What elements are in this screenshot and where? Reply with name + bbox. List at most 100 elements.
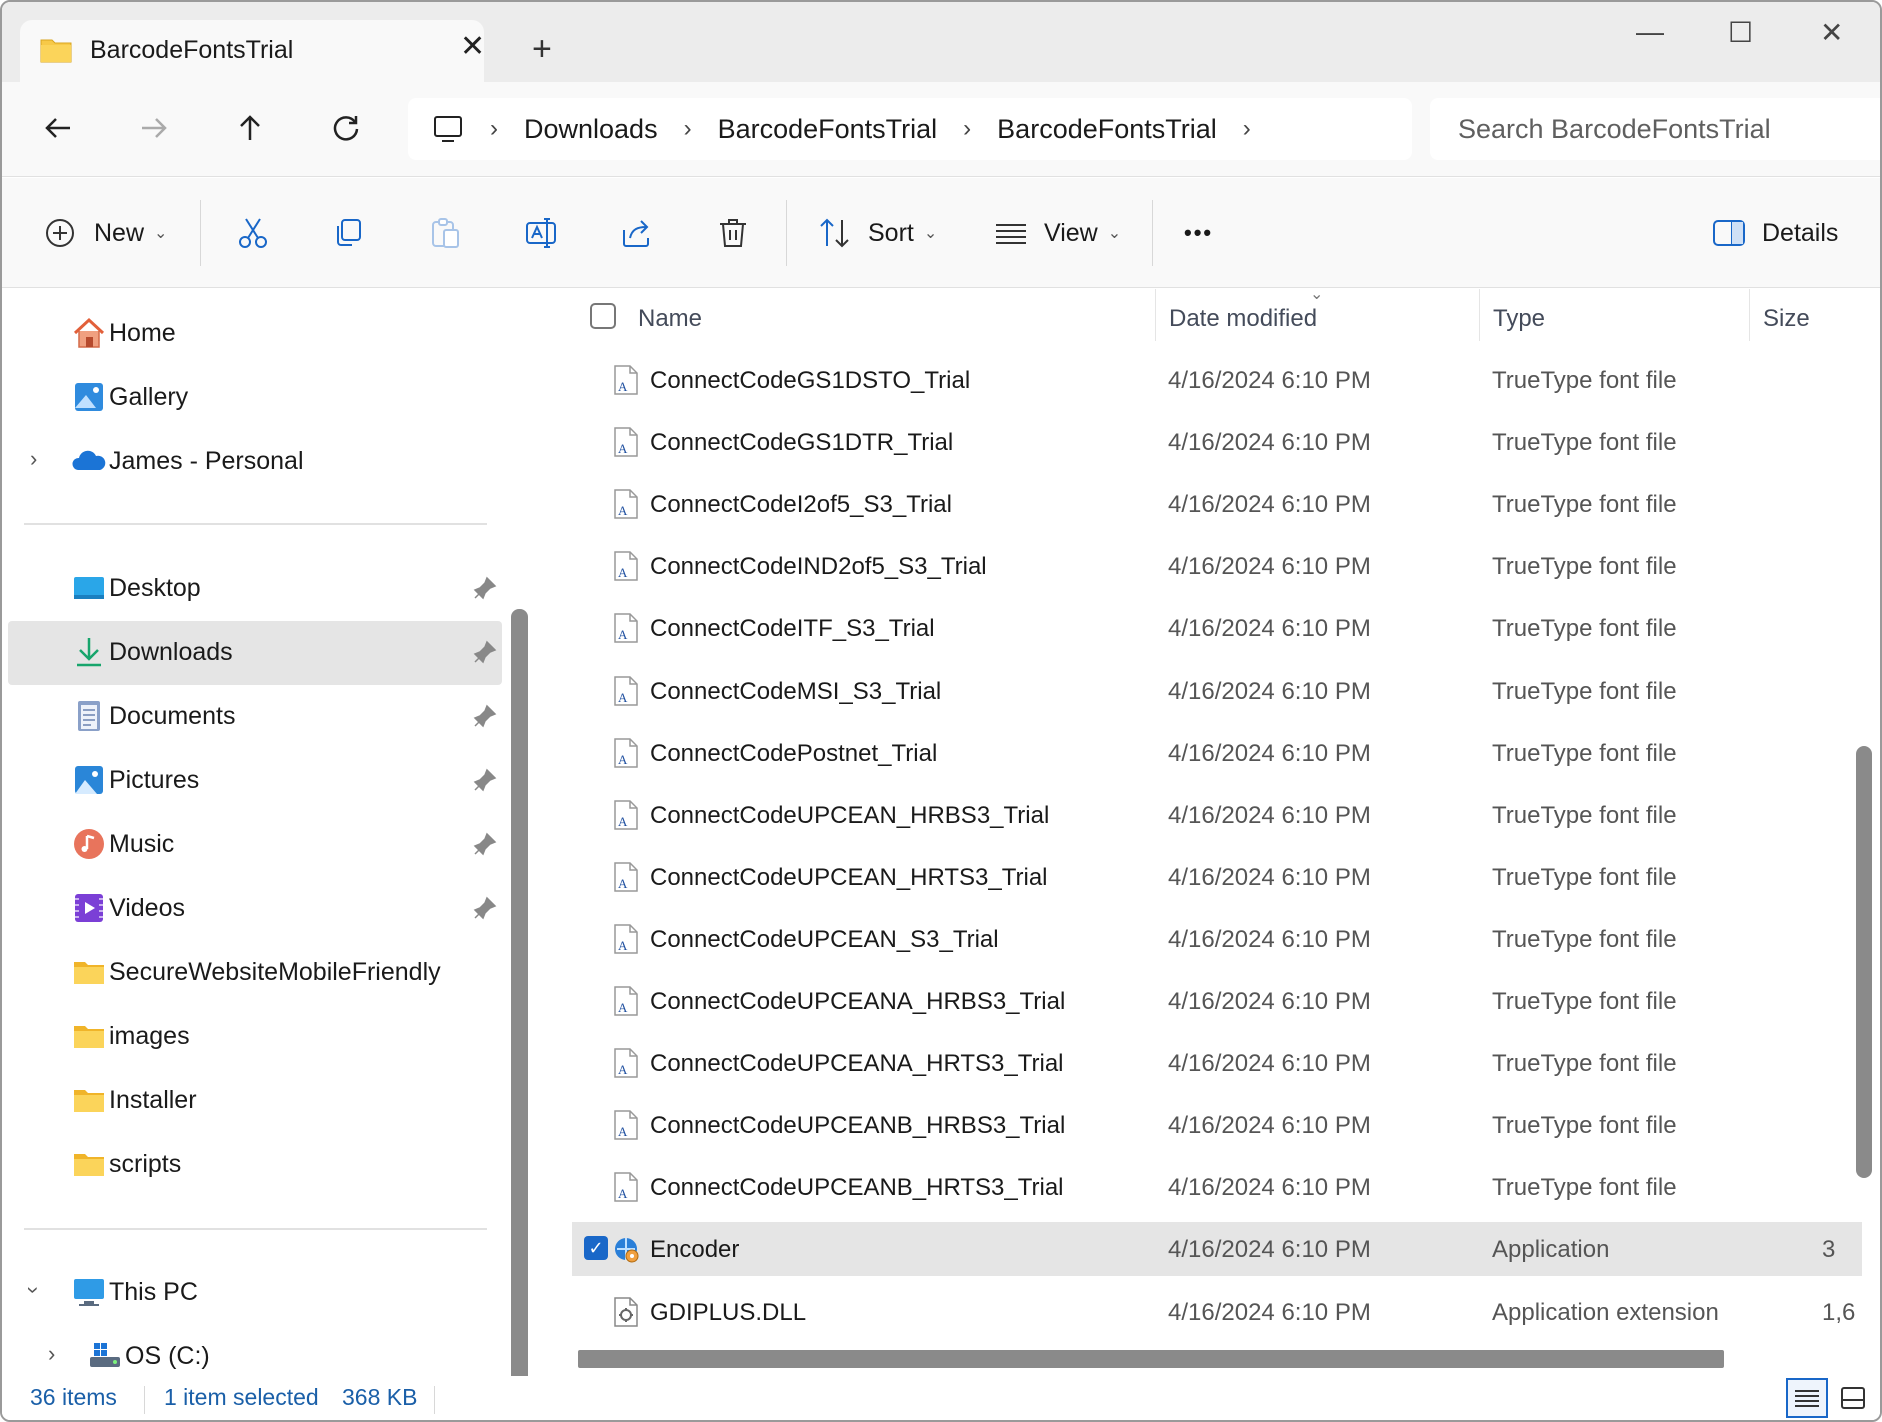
file-name: ConnectCodeUPCEANA_HRBS3_Trial [650, 988, 1066, 1015]
table-row[interactable]: A ConnectCodeUPCEANA_HRBS3_Trial 4/16/2024… [572, 974, 1862, 1028]
row-checkbox[interactable]: ✓ [584, 1236, 608, 1260]
sidebar-item-desktop[interactable]: Desktop [8, 557, 502, 621]
tab-barcodefontstrial[interactable]: BarcodeFontsTrial ✕ [20, 20, 485, 84]
sort-button[interactable]: Sort ⌄ [818, 208, 937, 258]
details-view-button[interactable] [1786, 1378, 1828, 1418]
chevron-right-icon[interactable]: › [48, 1341, 55, 1367]
forward-button[interactable] [132, 106, 176, 150]
font-file-icon: A [614, 1048, 638, 1078]
vertical-scrollbar[interactable] [1856, 746, 1872, 1178]
videos-icon [75, 894, 103, 922]
sidebar-item-pictures[interactable]: Pictures [8, 749, 502, 813]
font-file-icon: A [614, 986, 638, 1016]
application-icon [615, 1238, 639, 1263]
table-row[interactable]: A ConnectCodeGS1DTR_Trial 4/16/2024 6:10 P… [572, 415, 1862, 469]
paste-button[interactable] [428, 208, 462, 258]
sidebar-item-music[interactable]: Music [8, 813, 502, 877]
breadcrumb-downloads[interactable]: Downloads [524, 114, 658, 145]
column-divider[interactable] [1479, 289, 1480, 341]
new-tab-button[interactable]: + [532, 32, 552, 66]
table-row[interactable]: A ConnectCodeIND2of5_S3_Trial 4/16/2024 6:… [572, 539, 1862, 593]
desktop-icon [74, 577, 104, 599]
sidebar-item-videos[interactable]: Videos [8, 877, 502, 941]
table-row[interactable]: A ConnectCodeMSI_S3_Trial 4/16/2024 6:10 P… [572, 664, 1862, 718]
table-row[interactable]: A ConnectCodeI2of5_S3_Trial 4/16/2024 6:10… [572, 477, 1862, 531]
pin-icon[interactable] [472, 575, 498, 601]
sidebar-item-installer[interactable]: Installer [8, 1069, 502, 1133]
new-button[interactable]: New ⌄ [44, 208, 167, 258]
sidebar-item-downloads[interactable]: Downloads [8, 621, 502, 685]
copy-button[interactable] [332, 208, 366, 258]
sidebar-scrollbar[interactable] [511, 609, 528, 1415]
scissors-icon [239, 218, 267, 248]
svg-text:A: A [618, 752, 628, 767]
rename-button[interactable] [524, 208, 558, 258]
table-row[interactable]: A ConnectCodeUPCEANB_HRBS3_Trial 4/16/2024… [572, 1098, 1862, 1152]
breadcrumb-barcodefontstrial-current[interactable]: BarcodeFontsTrial [997, 114, 1217, 145]
column-header-size[interactable]: Size [1763, 305, 1810, 333]
breadcrumb[interactable]: › Downloads › BarcodeFontsTrial › Barcod… [408, 98, 1412, 160]
view-button[interactable]: View ⌄ [994, 208, 1121, 258]
file-date: 4/16/2024 6:10 PM [1168, 1050, 1371, 1077]
table-row[interactable]: A ConnectCodeUPCEAN_HRTS3_Trial 4/16/2024 … [572, 850, 1862, 904]
maximize-button[interactable]: ☐ [1728, 16, 1753, 49]
table-row[interactable]: A ConnectCodeITF_S3_Trial 4/16/2024 6:10 P… [572, 601, 1862, 655]
file-type: TrueType font file [1492, 926, 1677, 953]
share-button[interactable] [620, 208, 654, 258]
downloads-icon [77, 638, 101, 667]
details-pane-button[interactable]: Details [1712, 208, 1838, 258]
file-type: TrueType font file [1492, 678, 1677, 705]
column-header-name[interactable]: Name [638, 305, 702, 333]
table-row[interactable]: A ConnectCodeUPCEAN_S3_Trial 4/16/2024 6:1… [572, 912, 1862, 966]
table-row[interactable]: ✓ Encoder 4/16/2024 6:10 PM Application 3 [572, 1222, 1862, 1276]
cut-button[interactable] [236, 208, 270, 258]
more-options-button[interactable]: ••• [1184, 208, 1213, 258]
selected-count: 1 item selected [164, 1384, 319, 1410]
sidebar-item-gallery[interactable]: Gallery [8, 366, 502, 430]
chevron-down-icon[interactable]: › [21, 1286, 47, 1293]
table-row[interactable]: A ConnectCodeUPCEANA_HRTS3_Trial 4/16/2024… [572, 1036, 1862, 1090]
column-header-date[interactable]: Date modified [1169, 305, 1317, 333]
close-button[interactable]: ✕ [1820, 16, 1843, 49]
up-button[interactable] [228, 106, 272, 150]
sidebar-item-images[interactable]: images [8, 1005, 502, 1069]
file-type: TrueType font file [1492, 553, 1677, 580]
pin-icon[interactable] [472, 831, 498, 857]
pin-icon[interactable] [472, 703, 498, 729]
folder-icon [74, 1154, 104, 1176]
column-header-type[interactable]: Type [1493, 305, 1545, 333]
chevron-right-icon: › [963, 115, 972, 142]
sidebar-item-home[interactable]: Home [8, 302, 502, 366]
delete-button[interactable] [716, 208, 750, 258]
chevron-right-icon[interactable]: › [1243, 115, 1251, 143]
tab-close-icon[interactable]: ✕ [460, 32, 485, 62]
sidebar-item-documents[interactable]: Documents [8, 685, 502, 749]
breadcrumb-barcodefontstrial[interactable]: BarcodeFontsTrial [718, 114, 938, 145]
chevron-right-icon[interactable]: › [30, 446, 37, 472]
column-divider[interactable] [1749, 289, 1750, 341]
back-button[interactable] [36, 106, 80, 150]
horizontal-scrollbar[interactable] [578, 1350, 1724, 1368]
table-row[interactable]: A ConnectCodeUPCEANB_HRTS3_Trial 4/16/2024… [572, 1160, 1862, 1214]
tiles-view-button[interactable] [1832, 1378, 1874, 1418]
table-row[interactable]: A ConnectCodePostnet_Trial 4/16/2024 6:10 … [572, 726, 1862, 780]
table-row[interactable]: GDIPLUS.DLL 4/16/2024 6:10 PM Application … [572, 1285, 1862, 1339]
select-all-checkbox[interactable] [590, 303, 616, 329]
pin-icon[interactable] [472, 639, 498, 665]
sidebar-item-this-pc[interactable]: › This PC [8, 1261, 502, 1325]
table-row[interactable]: A ConnectCodeUPCEAN_HRBS3_Trial 4/16/2024 … [572, 788, 1862, 842]
search-input[interactable]: Search BarcodeFontsTrial [1430, 98, 1880, 160]
pin-icon[interactable] [472, 895, 498, 921]
sidebar-item-onedrive[interactable]: › James - Personal [8, 430, 502, 494]
file-name: ConnectCodeGS1DTR_Trial [650, 429, 954, 456]
column-divider[interactable] [1155, 289, 1156, 341]
minimize-button[interactable]: — [1636, 16, 1664, 48]
chevron-down-icon: ⌄ [154, 225, 168, 242]
pin-icon[interactable] [472, 767, 498, 793]
font-file-icon: A [614, 800, 638, 830]
sidebar-item-securewebsitemobilefriendly[interactable]: SecureWebsiteMobileFriendly [8, 941, 502, 1005]
sidebar-item-scripts[interactable]: scripts [8, 1133, 502, 1197]
font-file-icon: A [614, 427, 638, 457]
table-row[interactable]: A ConnectCodeGS1DSTO_Trial 4/16/2024 6:10 … [572, 353, 1862, 407]
refresh-button[interactable] [324, 106, 368, 150]
